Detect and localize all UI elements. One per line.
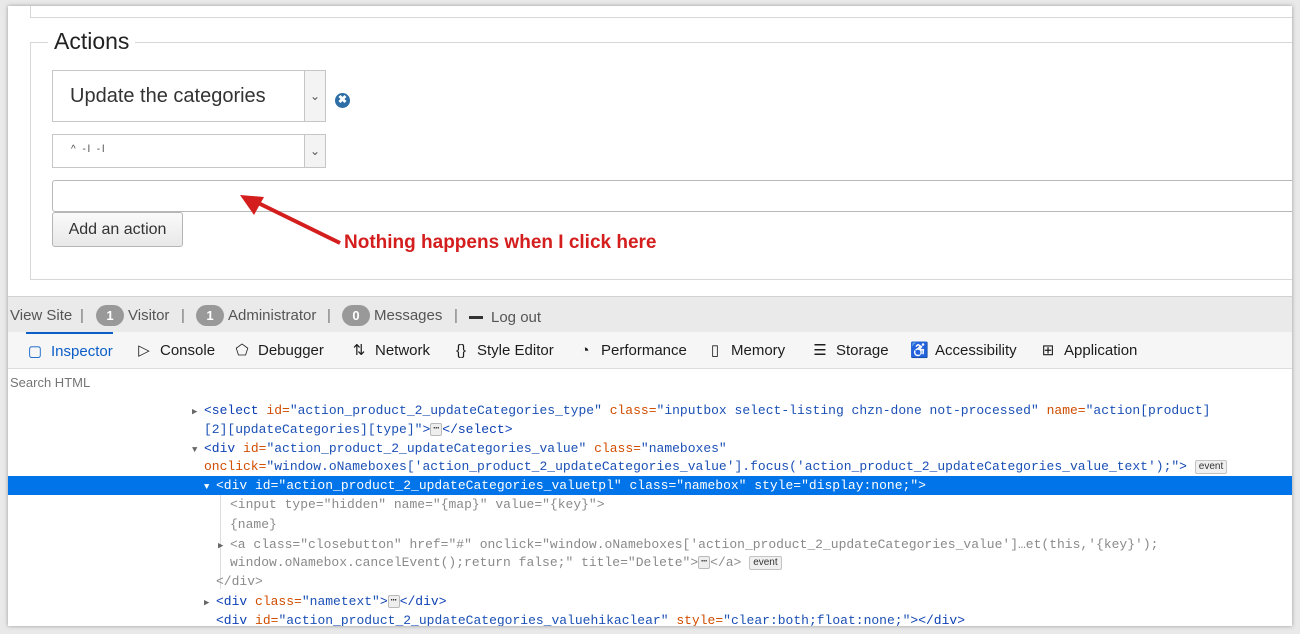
markup-node-input[interactable]: <input type="hidden" name="{map}" value=… [8,495,1292,514]
tab-network[interactable]: ⇅ Network [350,332,430,368]
tab-label: Memory [731,341,786,359]
markup-node-text[interactable]: {name} [8,515,1292,534]
markup-node-namebox-selected[interactable]: ▼ <div id="action_product_2_updateCategor… [8,476,1292,495]
style-editor-icon: {} [455,341,467,359]
annotation-arrow-icon [240,195,341,245]
tab-debugger[interactable]: ⬠ Debugger [233,332,324,368]
markup-tree: ▶ <select id="action_product_2_updateCate… [8,397,1292,626]
memory-icon: ▯ [710,342,720,359]
administrator-label: Administrator [228,307,317,324]
ellipsis-icon[interactable]: ⋯ [698,556,711,570]
event-badge[interactable]: event [1194,459,1228,474]
tab-label: Inspector [51,342,113,360]
logout-link[interactable]: Log out [469,309,541,326]
markup-node-hikaclear[interactable]: <div id="action_product_2_updateCategori… [8,611,1292,626]
action-type-select[interactable]: Update the categories ⌄ [52,70,326,122]
minus-icon [469,316,483,319]
tab-application[interactable]: ⊞ Application [1039,332,1138,368]
performance-icon: ◔ [580,341,590,359]
separator: | [181,307,185,324]
visitor-link[interactable]: 1 Visitor [96,305,169,326]
tab-label: Performance [601,341,687,359]
category-mode-select-value: ^ -l -l [71,144,107,155]
accessibility-icon: ♿ [910,342,929,359]
tab-label: Style Editor [477,341,554,359]
network-icon: ⇅ [352,342,366,359]
ellipsis-icon[interactable]: ⋯ [387,595,400,609]
previous-fieldset [30,6,1292,18]
remove-action-icon[interactable]: ✖ [335,93,350,108]
application-icon: ⊞ [1041,342,1055,359]
view-site-label: View Site [10,307,73,324]
search-html-input[interactable] [8,374,612,391]
markup-node-select[interactable]: ▶ <select id="action_product_2_updateCate… [8,401,1292,420]
actions-legend: Actions [48,28,136,55]
ellipsis-icon[interactable]: ⋯ [430,423,443,437]
chevron-down-icon[interactable]: ⌄ [304,135,325,167]
separator: | [454,307,458,324]
action-type-select-value: Update the categories [70,85,266,107]
markup-node-closebutton-cont[interactable]: window.oNamebox.cancelEvent();return fal… [8,553,1292,572]
tab-performance[interactable]: ◔ Performance [576,332,687,368]
inspector-icon: ▢ [27,343,43,360]
tab-inspector[interactable]: ▢ Inspector [26,332,113,368]
tab-label: Console [160,341,216,359]
devtools-toolbar: ▢ Inspector ▷ Console ⬠ Debugger ⇅ Network {… [8,332,1292,369]
console-icon: ▷ [138,342,150,359]
debugger-icon: ⬠ [235,342,249,359]
add-action-button[interactable]: Add an action [52,212,183,247]
separator: | [80,307,84,324]
tab-label: Debugger [258,341,324,359]
separator: | [327,307,331,324]
markup-node-nameboxes[interactable]: ▼ <div id="action_product_2_updateCategor… [8,439,1292,458]
administrator-count-badge: 1 [196,305,224,326]
messages-link[interactable]: 0 Messages [342,305,442,326]
tab-label: Accessibility [935,341,1017,359]
messages-count-badge: 0 [342,305,370,326]
logout-label: Log out [491,309,542,326]
screenshot-frame: Actions Update the categories ⌄ ✖ ^ -l -… [8,6,1292,626]
markup-node-nametext[interactable]: ▶ <div class="nametext"> ⋯ </div> [8,592,1292,611]
storage-icon: ☰ [813,342,827,359]
search-html-bar [8,369,1292,398]
messages-label: Messages [374,307,443,324]
event-badge[interactable]: event [749,555,782,570]
tab-console[interactable]: ▷ Console [135,332,215,368]
page-content: Actions Update the categories ⌄ ✖ ^ -l -… [8,6,1292,296]
tab-storage[interactable]: ☰ Storage [811,332,889,368]
tab-label: Storage [836,341,889,359]
visitor-count-badge: 1 [96,305,124,326]
view-site-link[interactable]: View Site [10,307,72,324]
markup-node-closebutton[interactable]: ▶ <a class="closebutton" href="#" onclick… [8,535,1292,554]
markup-node-close-div[interactable]: </div> [8,572,1292,591]
tab-accessibility[interactable]: ♿ Accessibility [910,332,1017,368]
markup-node-nameboxes-cont[interactable]: onclick="window.oNameboxes['action_produ… [8,457,1292,476]
category-mode-select[interactable]: ^ -l -l ⌄ [52,134,326,168]
visitor-label: Visitor [128,307,170,324]
annotation-text: Nothing happens when I click here [344,232,657,253]
chevron-down-icon[interactable]: ⌄ [304,71,325,121]
tab-label: Network [375,341,431,359]
tab-label: Application [1064,341,1138,359]
tab-style-editor[interactable]: {} Style Editor [452,332,554,368]
administrator-link[interactable]: 1 Administrator [196,305,316,326]
admin-bar: View Site | 1 Visitor | 1 Administrator … [8,296,1292,333]
markup-node-select-cont[interactable]: [2][updateCategories][type]"> ⋯ </select> [8,420,1292,439]
tab-memory[interactable]: ▯ Memory [706,332,785,368]
